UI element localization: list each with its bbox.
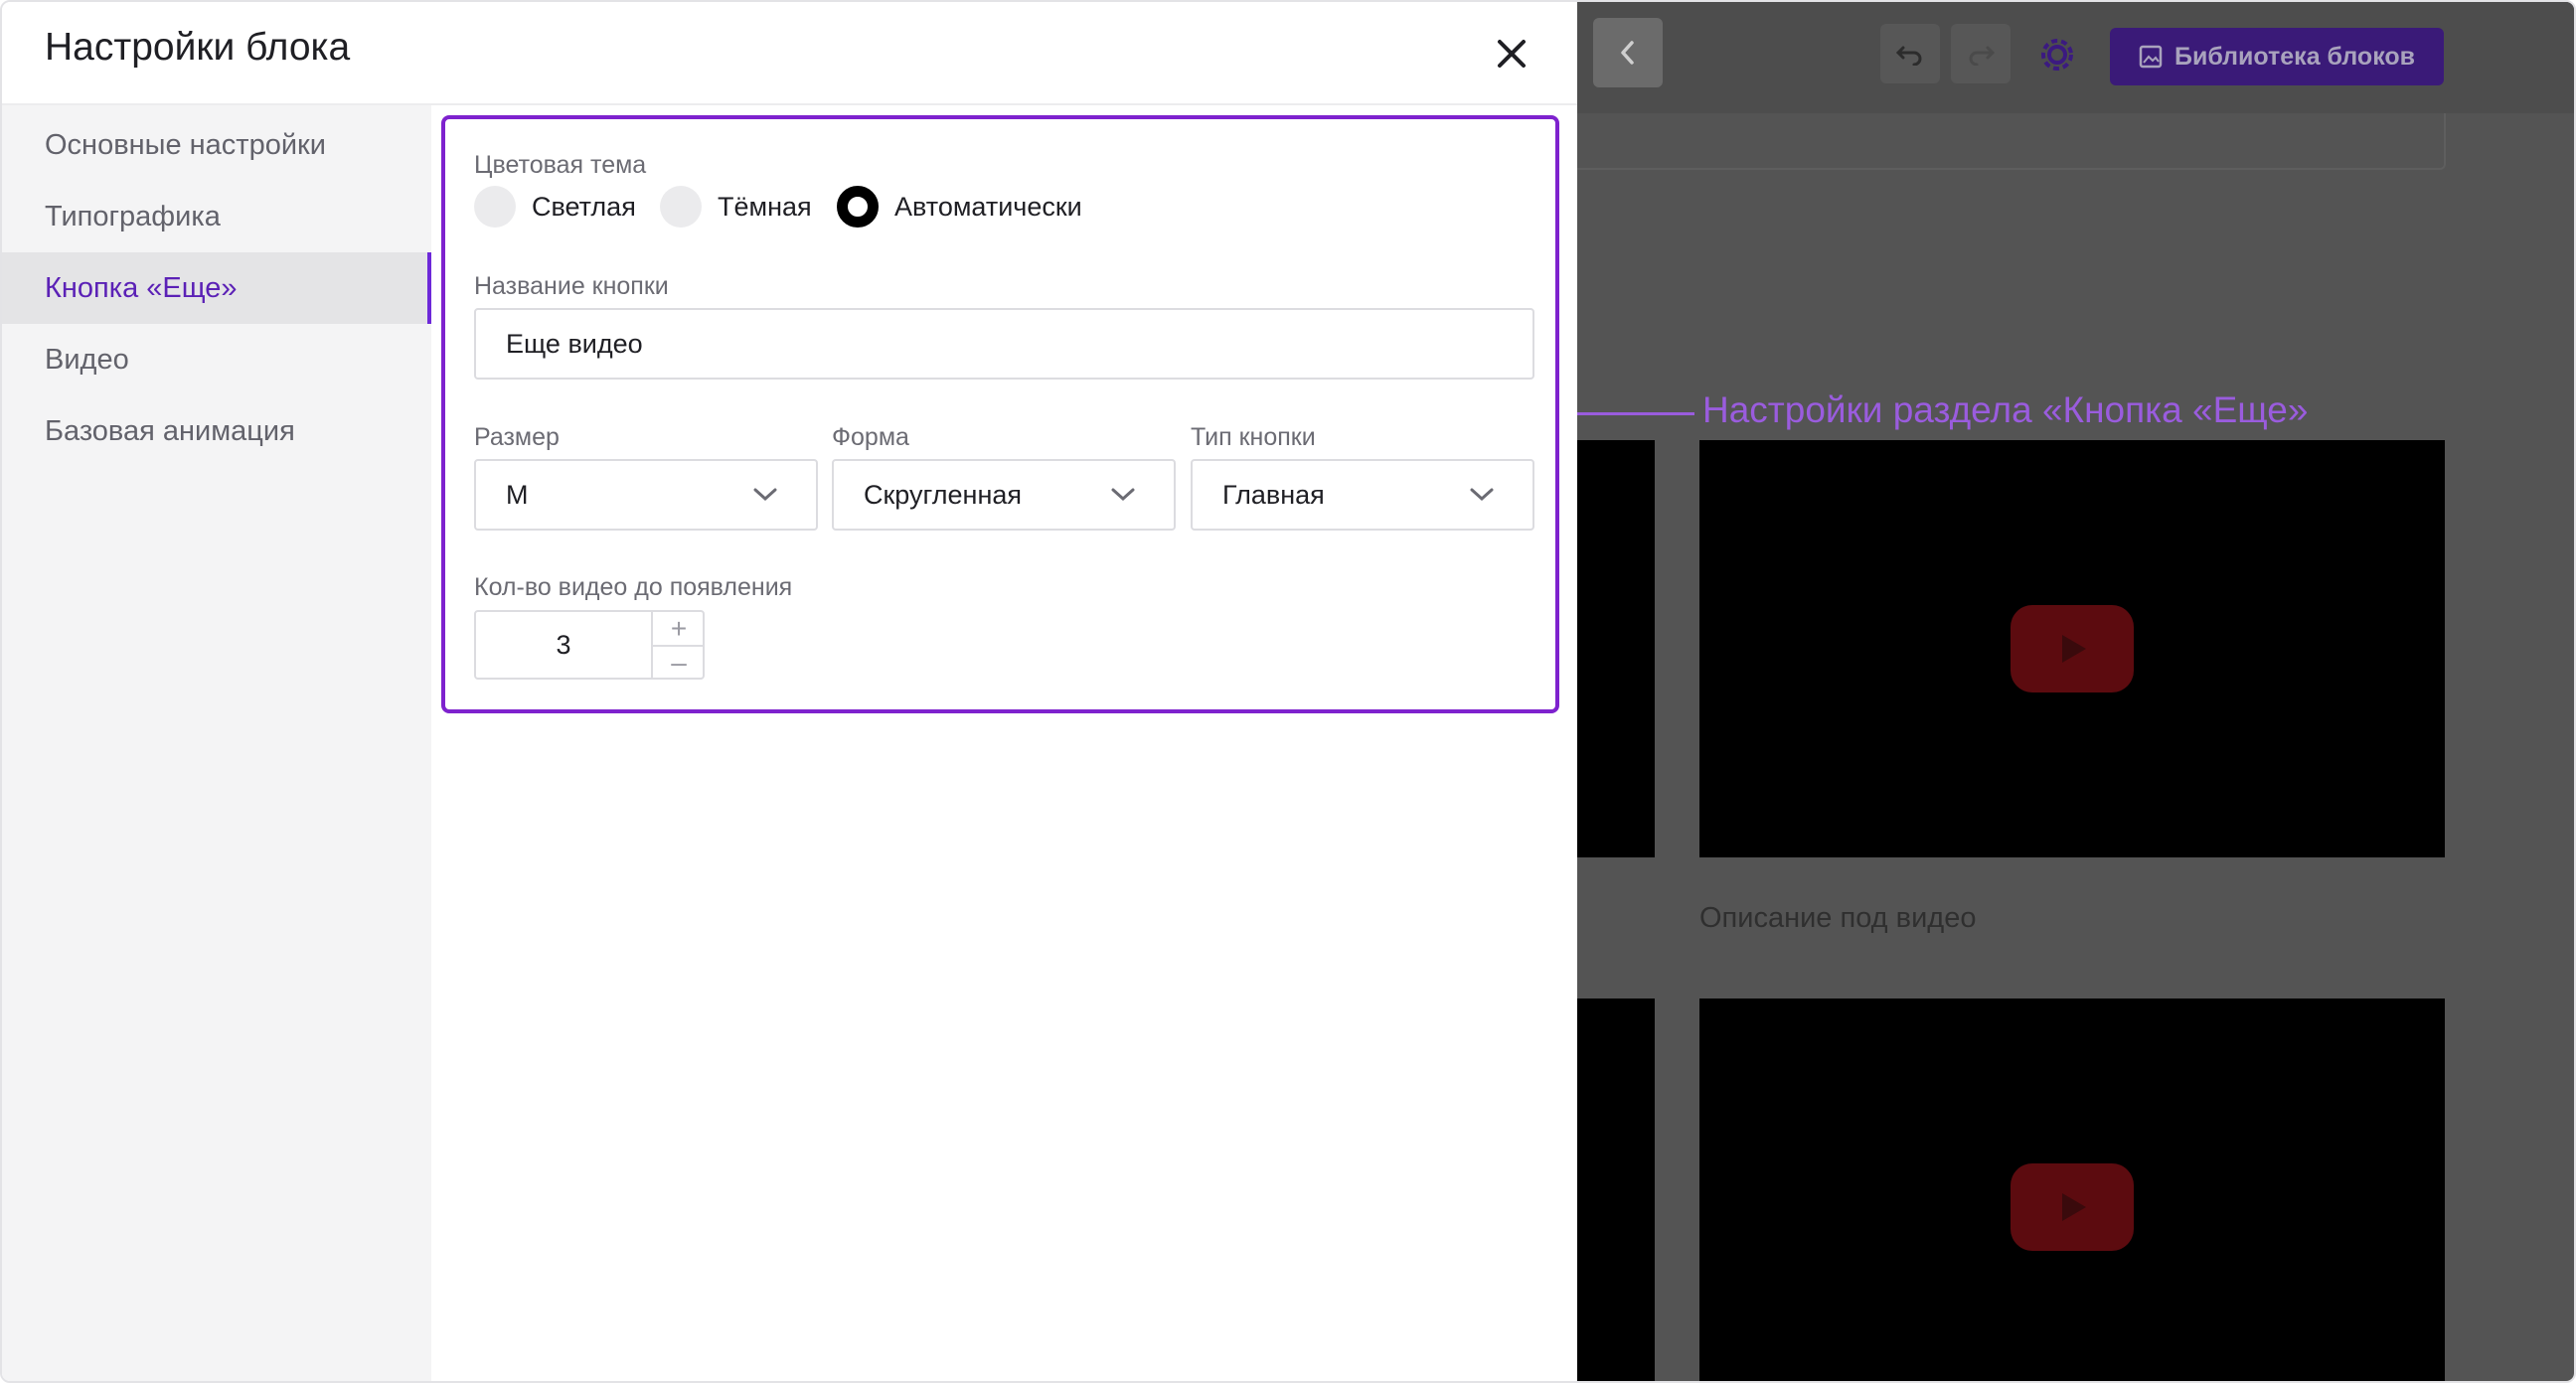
shape-select[interactable]: Скругленная bbox=[832, 459, 1176, 531]
size-select[interactable]: M bbox=[474, 459, 818, 531]
panel-title: Настройки блока bbox=[45, 26, 351, 69]
chevron-down-icon bbox=[753, 488, 777, 502]
editor-canvas: Библиотека блоков Описание под видео bbox=[1577, 2, 2574, 1381]
videos-before-value[interactable]: 3 bbox=[476, 612, 651, 678]
redo-button[interactable] bbox=[1951, 24, 2011, 83]
sidebar-item-label: Базовая анимация bbox=[45, 414, 295, 447]
radio-dark[interactable] bbox=[660, 186, 702, 228]
sidebar-item-label: Видео bbox=[45, 343, 129, 376]
button-name-input[interactable]: Еще видео bbox=[474, 308, 1534, 380]
panel-header: Настройки блока bbox=[2, 2, 1577, 105]
videos-before-label: Кол-во видео до появления bbox=[474, 573, 793, 601]
sidebar-item-label: Кнопка «Еще» bbox=[45, 271, 238, 304]
size-label: Размер bbox=[474, 423, 560, 451]
back-button[interactable] bbox=[1593, 18, 1663, 87]
shape-label: Форма bbox=[832, 423, 909, 451]
decrement-button[interactable]: – bbox=[653, 646, 705, 679]
button-name-value: Еще видео bbox=[506, 328, 643, 359]
chevron-down-icon bbox=[1111, 488, 1135, 502]
annotation-connector bbox=[1577, 412, 1694, 415]
radio-auto-label[interactable]: Автоматически bbox=[894, 192, 1082, 223]
sidebar-item-basic[interactable]: Основные настройки bbox=[2, 109, 431, 181]
image-icon bbox=[2139, 45, 2163, 69]
block-settings-panel: Настройки блока Основные настройки Типог… bbox=[2, 2, 1577, 1381]
sidebar-item-typography[interactable]: Типографика bbox=[2, 181, 431, 252]
editor-input-strip bbox=[1577, 113, 2446, 170]
annotation-label: Настройки раздела «Кнопка «Еще» bbox=[1702, 389, 2309, 430]
button-type-value: Главная bbox=[1222, 479, 1325, 510]
button-name-label: Название кнопки bbox=[474, 272, 669, 300]
sidebar-item-label: Типографика bbox=[45, 200, 221, 232]
button-type-label: Тип кнопки bbox=[1191, 423, 1316, 451]
chevron-down-icon bbox=[1470, 488, 1494, 502]
block-library-label: Библиотека блоков bbox=[2174, 42, 2416, 71]
increment-button[interactable]: + bbox=[653, 612, 705, 647]
video-thumbnail[interactable] bbox=[1699, 999, 2445, 1381]
sidebar-item-label: Основные настройки bbox=[45, 128, 326, 161]
video-thumbnail[interactable] bbox=[1699, 440, 2445, 857]
app-frame: Библиотека блоков Описание под видео Нас… bbox=[0, 0, 2576, 1383]
video-thumbnail[interactable] bbox=[1577, 440, 1655, 857]
redo-icon bbox=[1969, 46, 1996, 66]
chevron-left-icon bbox=[1621, 41, 1634, 65]
stepper-buttons: + – bbox=[651, 612, 705, 678]
settings-sidebar: Основные настройки Типографика Кнопка «Е… bbox=[2, 105, 431, 1381]
size-value: M bbox=[506, 479, 529, 510]
sidebar-item-more-button[interactable]: Кнопка «Еще» bbox=[2, 252, 431, 324]
video-thumbnail[interactable] bbox=[1577, 999, 1655, 1381]
radio-light-label[interactable]: Светлая bbox=[532, 192, 636, 223]
radio-auto[interactable] bbox=[837, 186, 879, 228]
sidebar-item-animation[interactable]: Базовая анимация bbox=[2, 395, 431, 467]
close-icon[interactable] bbox=[1490, 32, 1533, 76]
block-library-button[interactable]: Библиотека блоков bbox=[2110, 28, 2444, 85]
sidebar-item-video[interactable]: Видео bbox=[2, 324, 431, 395]
editor-toolbar: Библиотека блоков bbox=[1577, 2, 2574, 113]
radio-dark-label[interactable]: Тёмная bbox=[718, 192, 812, 223]
gear-icon[interactable] bbox=[2034, 32, 2080, 77]
color-theme-label: Цветовая тема bbox=[474, 151, 647, 179]
youtube-play-icon bbox=[2011, 605, 2134, 692]
undo-button[interactable] bbox=[1880, 24, 1940, 83]
video-caption: Описание под видео bbox=[1699, 902, 1977, 934]
button-type-select[interactable]: Главная bbox=[1191, 459, 1534, 531]
shape-value: Скругленная bbox=[864, 479, 1023, 510]
youtube-play-icon bbox=[2011, 1163, 2134, 1251]
undo-icon bbox=[1895, 46, 1922, 66]
videos-before-stepper[interactable]: 3 + – bbox=[474, 610, 705, 680]
radio-light[interactable] bbox=[474, 186, 516, 228]
